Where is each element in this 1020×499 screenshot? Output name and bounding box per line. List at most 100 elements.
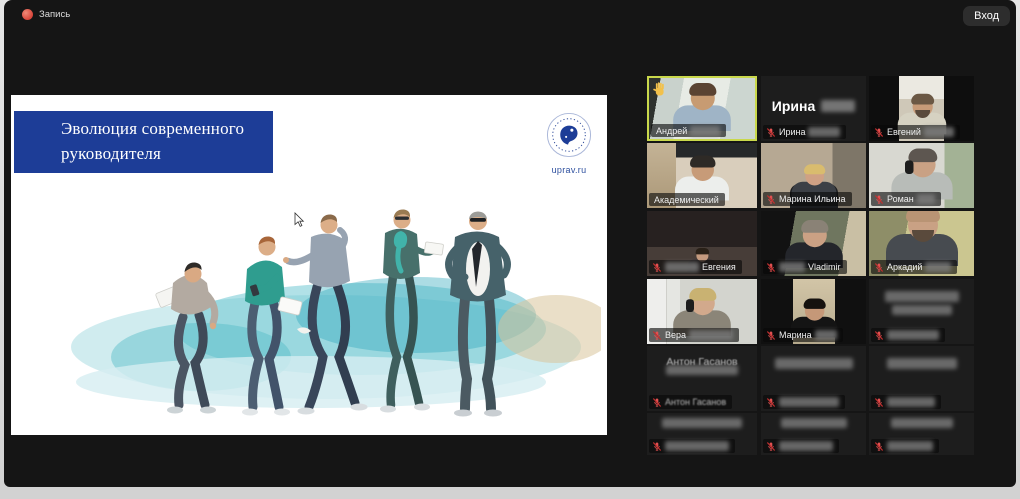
blurred-name [779, 441, 833, 451]
participant-name: Аркадий [887, 262, 922, 272]
participant-name: Ирина [779, 127, 805, 137]
participant-name: Евгений [887, 127, 921, 137]
muted-mic-icon [766, 127, 776, 138]
blurred-name [775, 358, 853, 369]
blurred-name [665, 441, 729, 451]
muted-mic-icon [766, 441, 776, 452]
participant-tile[interactable]: Вера [647, 279, 757, 344]
raised-hand-icon [653, 82, 666, 97]
recording-indicator: Запись [22, 9, 70, 20]
mouse-cursor [295, 213, 303, 226]
participant-name: Марина Ильина [779, 194, 846, 204]
participant-name-label: Ирина [763, 125, 846, 139]
participant-name: Ирина [772, 98, 815, 114]
participant-name-label [871, 439, 939, 453]
blurred-name [892, 305, 952, 315]
muted-mic-icon [874, 194, 884, 205]
blurred-name [917, 194, 935, 204]
evolution-illustration [61, 207, 601, 425]
center-name-blurred [885, 291, 959, 315]
blurred-name [666, 365, 738, 375]
muted-mic-icon [652, 397, 662, 408]
center-name: Антон Гасанов [666, 356, 738, 375]
center-name: Ирина [761, 98, 866, 114]
muted-mic-icon [874, 330, 884, 341]
muted-mic-icon [766, 262, 776, 273]
center-name-blurred [775, 358, 853, 369]
participant-tile[interactable] [647, 413, 757, 455]
participant-tile[interactable] [869, 413, 974, 455]
blurred-name [887, 441, 933, 451]
shared-slide: Эволюция современного руководителя uprav… [11, 95, 607, 435]
uprav-logo-icon [546, 112, 592, 158]
participant-name-label: Евгений [871, 125, 960, 139]
participant-name: Евгения [702, 262, 736, 272]
participant-tile[interactable] [869, 346, 974, 411]
participant-tile[interactable] [869, 279, 974, 344]
participant-tile[interactable]: Евгения [647, 211, 757, 276]
participant-tile[interactable]: Ирина Ирина [761, 76, 866, 141]
participant-name-label [763, 439, 839, 453]
participant-name-label: Академический [649, 193, 725, 206]
blurred-name [808, 127, 840, 137]
participant-tile[interactable]: Академический [647, 143, 757, 208]
blurred-name [885, 291, 959, 302]
participant-tile[interactable]: Аркадий [869, 211, 974, 276]
blurred-name [925, 262, 951, 272]
slide-title-line1: Эволюция современного [61, 117, 273, 142]
participant-name: Вера [665, 330, 686, 340]
participant-name-label: Марина Ильина [763, 192, 852, 206]
blurred-name [779, 262, 805, 272]
blurred-name [665, 262, 699, 272]
participant-tile[interactable]: Марина Ильина [761, 143, 866, 208]
blurred-name [924, 127, 954, 137]
recording-icon [22, 9, 33, 20]
muted-mic-icon [766, 330, 776, 341]
participant-tile[interactable]: Vladimir [761, 211, 866, 276]
blurred-name [689, 330, 733, 340]
participant-tile[interactable]: Евгений [869, 76, 974, 141]
participant-name-label: Аркадий [871, 260, 957, 274]
blurred-name [821, 100, 855, 112]
center-name-blurred [891, 418, 953, 428]
blurred-name [815, 330, 837, 340]
blurred-name [887, 358, 957, 369]
participant-name-label: Антон Гасанов [649, 395, 732, 409]
muted-mic-icon [874, 397, 884, 408]
participant-tile[interactable]: Антон Гасанов Антон Гасанов [647, 346, 757, 411]
participant-tile[interactable]: Роман [869, 143, 974, 208]
participant-name-label: Вера [649, 328, 739, 342]
muted-mic-icon [652, 262, 662, 273]
participant-name-label: Андрей [651, 124, 726, 137]
participant-name-label [649, 439, 735, 453]
participant-name-label [871, 328, 945, 342]
blurred-name [887, 330, 939, 340]
center-name-blurred [887, 358, 957, 369]
blurred-name [690, 126, 720, 136]
participant-tile[interactable]: Марина [761, 279, 866, 344]
login-button[interactable]: Вход [963, 6, 1010, 26]
participant-name: Vladimir [808, 262, 841, 272]
participant-name: Антон Гасанов [665, 397, 726, 407]
uprav-logo-caption: uprav.ru [544, 165, 594, 175]
center-name-blurred [781, 418, 847, 428]
participant-name-label: Роман [871, 192, 941, 206]
participant-name-label: Марина [763, 328, 843, 342]
participant-tile[interactable] [761, 413, 866, 455]
slide-title: Эволюция современного руководителя [14, 111, 273, 173]
muted-mic-icon [766, 397, 776, 408]
participant-name: Роман [887, 194, 914, 204]
muted-mic-icon [652, 330, 662, 341]
participant-tile[interactable]: Андрей [647, 76, 757, 141]
participant-name: Марина [779, 330, 812, 340]
meeting-window: Запись Вход Эволюция современного руково… [4, 0, 1016, 487]
muted-mic-icon [874, 127, 884, 138]
participant-tile[interactable] [761, 346, 866, 411]
muted-mic-icon [766, 194, 776, 205]
muted-mic-icon [874, 262, 884, 273]
blurred-name [781, 418, 847, 428]
blurred-name [779, 397, 839, 407]
participant-name: Андрей [656, 126, 687, 136]
muted-mic-icon [874, 441, 884, 452]
slide-title-line2: руководителя [61, 142, 273, 167]
